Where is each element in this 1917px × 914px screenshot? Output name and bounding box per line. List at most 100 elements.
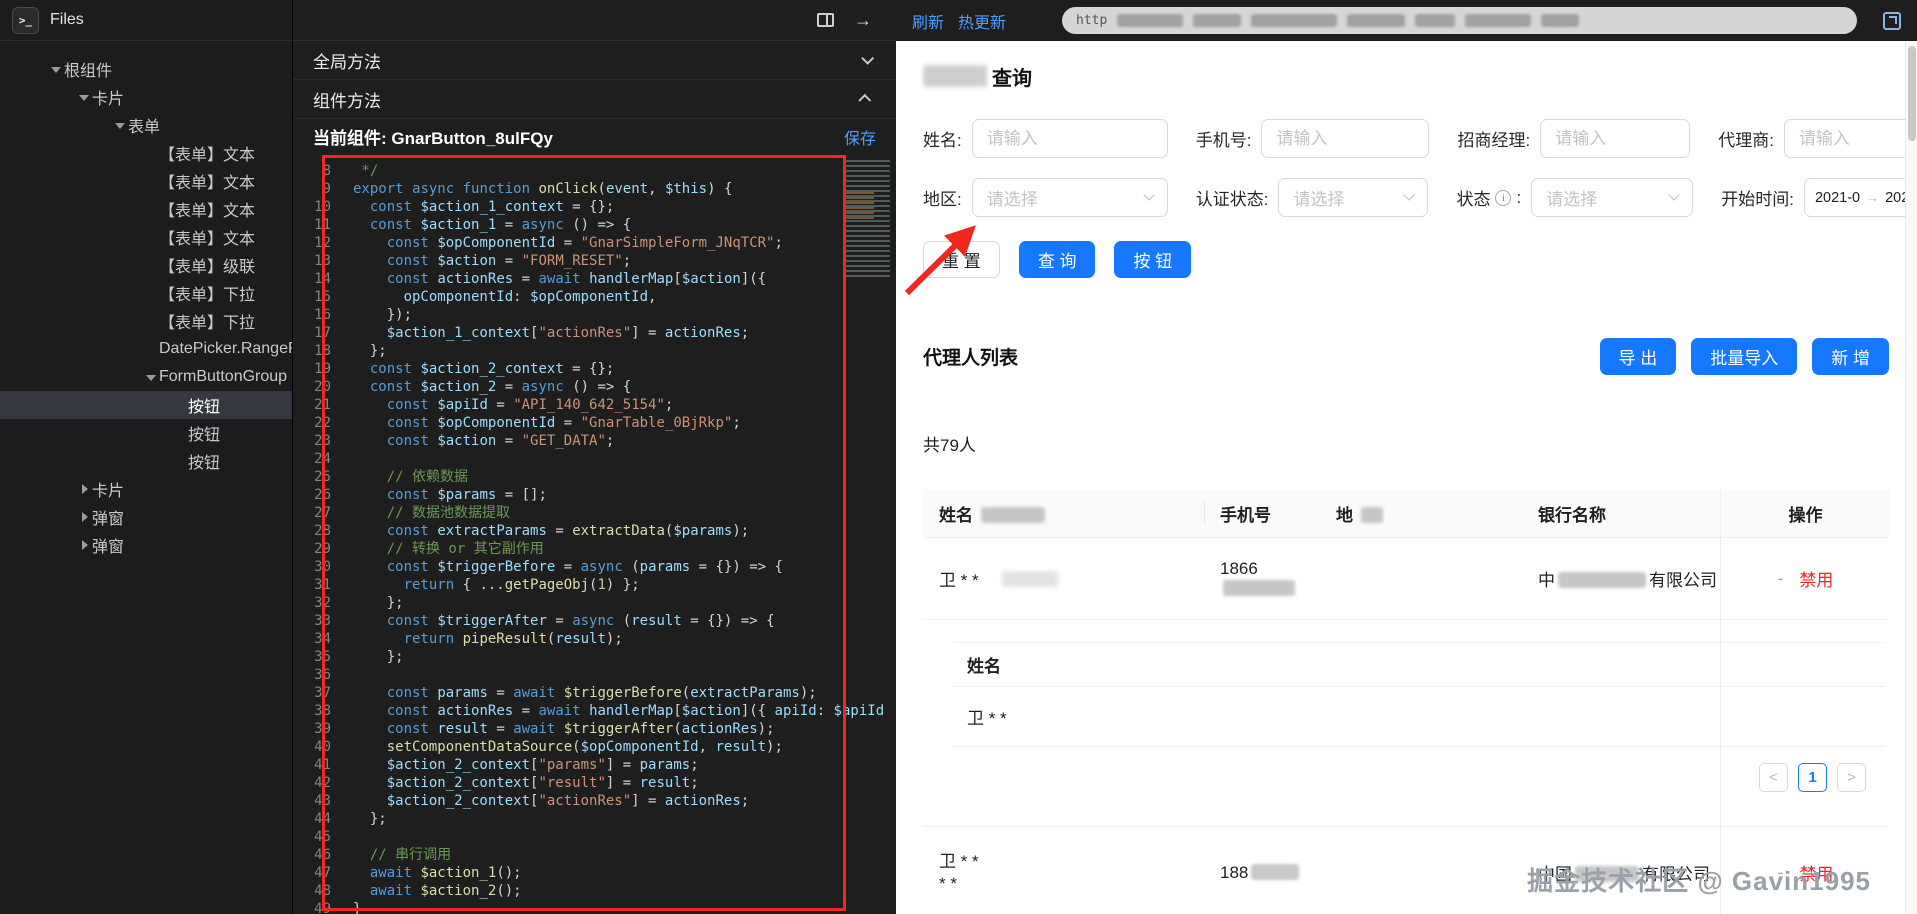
query-button[interactable]: 查 询 (1019, 241, 1096, 278)
redacted-patch (1575, 866, 1639, 882)
filter-label: 姓名: (923, 126, 962, 151)
filter-field: 招商经理: (1457, 119, 1690, 158)
tree-item[interactable]: 【表单】文本 (0, 167, 292, 195)
preview-topbar: 刷新 热更新 http (896, 0, 1917, 41)
split-editor-icon[interactable] (817, 13, 834, 27)
filter-input[interactable] (1261, 119, 1429, 158)
chevron-right-icon[interactable] (76, 484, 92, 494)
expanded-header: 姓名 (954, 643, 1885, 687)
code-content[interactable]: */export async function onClick(event, $… (345, 162, 896, 914)
list-title: 代理人列表 (923, 343, 1018, 370)
terminal-icon[interactable]: >_ (12, 7, 39, 34)
date-range-picker[interactable]: 2021-0→2025-0 (1804, 178, 1917, 217)
chevron-down-icon[interactable] (112, 117, 128, 134)
tree-item[interactable]: 【表单】下拉 (0, 279, 292, 307)
tree-item[interactable]: 根组件 (0, 55, 292, 83)
preview-content: 查询 姓名:手机号:招商经理:代理商: 地区:请选择认证状态:请选择状态i:请选… (896, 41, 1917, 914)
chevron-down-icon (861, 52, 874, 65)
component-methods-label: 组件方法 (313, 87, 381, 112)
expanded-value: 卫 * * (954, 687, 1885, 747)
cell-phone: 1866 (1204, 559, 1320, 599)
minimap[interactable] (846, 160, 890, 280)
filter-field: 手机号: (1196, 119, 1430, 158)
tree-item-label: 弹窗 (92, 533, 124, 557)
filter-select[interactable]: 请选择 (1531, 178, 1693, 217)
filter-input[interactable] (1540, 119, 1690, 158)
tree-item[interactable]: 卡片 (0, 83, 292, 111)
chevron-down-icon[interactable] (48, 61, 64, 78)
cell-actions: - 禁用 (1722, 566, 1889, 591)
files-label: Files (50, 11, 84, 29)
code-panel: → 全局方法 组件方法 当前组件: GnarButton_8ulFQy 保存 8… (293, 0, 896, 914)
tree-item[interactable]: 【表单】下拉 (0, 307, 292, 335)
tree-item[interactable]: 【表单】文本 (0, 139, 292, 167)
list-header: 代理人列表 导 出 批量导入 新 增 (923, 338, 1889, 375)
column-region: 地 (1320, 501, 1522, 526)
scrollbar[interactable] (1905, 41, 1917, 914)
add-button[interactable]: 新 增 (1812, 338, 1889, 375)
hot-update-link[interactable]: 热更新 (958, 9, 1006, 33)
save-button[interactable]: 保存 (844, 125, 876, 149)
redacted-patch (1541, 14, 1579, 27)
table-header: 姓名 手机号 地 银行名称 操作 (923, 489, 1889, 538)
tree-item[interactable]: FormButtonGroup (0, 363, 292, 391)
redacted-patch (1361, 507, 1383, 523)
chevron-down-icon (1404, 189, 1415, 200)
redacted-patch (1193, 14, 1241, 27)
url-bar[interactable]: http (1062, 7, 1857, 34)
component-methods-section[interactable]: 组件方法 (293, 80, 896, 119)
code-editor[interactable]: 8910111213141516171819202122232425262728… (293, 154, 896, 914)
redacted-patch (1558, 572, 1646, 588)
redacted-patch (1002, 571, 1058, 587)
pagination-page-1[interactable]: 1 (1798, 763, 1827, 792)
tree-item[interactable]: 按钮 (0, 419, 292, 447)
pagination-prev[interactable]: < (1759, 763, 1788, 792)
export-button[interactable]: 导 出 (1600, 338, 1677, 375)
global-methods-section[interactable]: 全局方法 (293, 41, 896, 80)
current-component-label: 当前组件: GnarButton_8ulFQy (313, 124, 553, 149)
url-text: http (1076, 13, 1107, 28)
filter-select[interactable]: 请选择 (972, 178, 1168, 217)
tree-item[interactable]: 【表单】文本 (0, 223, 292, 251)
disable-link[interactable]: 禁用 (1799, 566, 1833, 591)
page-title: 查询 (923, 63, 1889, 89)
chevron-down-icon[interactable] (76, 89, 92, 106)
reset-button[interactable]: 重 置 (923, 241, 1000, 278)
chevron-down-icon (1143, 189, 1154, 200)
batch-import-button[interactable]: 批量导入 (1691, 338, 1797, 375)
pagination: < 1 > (923, 763, 1866, 792)
generic-button[interactable]: 按 钮 (1114, 241, 1191, 278)
filter-select[interactable]: 请选择 (1278, 178, 1428, 217)
scrollbar-thumb[interactable] (1908, 46, 1916, 141)
chevron-right-icon[interactable] (76, 512, 92, 522)
agents-table: 姓名 手机号 地 银行名称 操作 卫 * * (923, 489, 1889, 914)
tree-item[interactable]: 【表单】文本 (0, 195, 292, 223)
refresh-link[interactable]: 刷新 (912, 9, 944, 33)
chevron-up-icon (858, 93, 871, 106)
redacted-patch (1465, 14, 1531, 27)
info-icon[interactable]: i (1495, 190, 1511, 206)
disable-link[interactable]: 禁用 (1799, 860, 1833, 885)
tree-item[interactable]: 按钮 (0, 447, 292, 475)
tree-item-label: 按钮 (188, 421, 220, 445)
pagination-next[interactable]: > (1837, 763, 1866, 792)
collapse-panel-icon[interactable]: → (854, 11, 872, 29)
tree-item-label: 【表单】文本 (159, 141, 255, 165)
current-component-row: 当前组件: GnarButton_8ulFQy 保存 (293, 119, 896, 154)
expanded-row: 姓名 卫 * * (954, 642, 1885, 747)
tree-item[interactable]: DatePicker.RangePi (0, 335, 292, 363)
tree-item[interactable]: 按钮 (0, 391, 292, 419)
tree-item[interactable]: 卡片 (0, 475, 292, 503)
tree-item[interactable]: 表单 (0, 111, 292, 139)
open-external-icon[interactable] (1883, 12, 1901, 30)
redacted-patch (1251, 14, 1337, 27)
filter-input[interactable] (1784, 119, 1917, 158)
tree-item[interactable]: 弹窗 (0, 531, 292, 559)
chevron-down-icon[interactable] (143, 369, 159, 386)
tree-item[interactable]: 弹窗 (0, 503, 292, 531)
chevron-right-icon[interactable] (76, 540, 92, 550)
filter-input[interactable] (972, 119, 1168, 158)
fixed-column-divider (1720, 489, 1721, 914)
tree-item[interactable]: 【表单】级联 (0, 251, 292, 279)
column-bank: 银行名称 (1522, 501, 1722, 526)
